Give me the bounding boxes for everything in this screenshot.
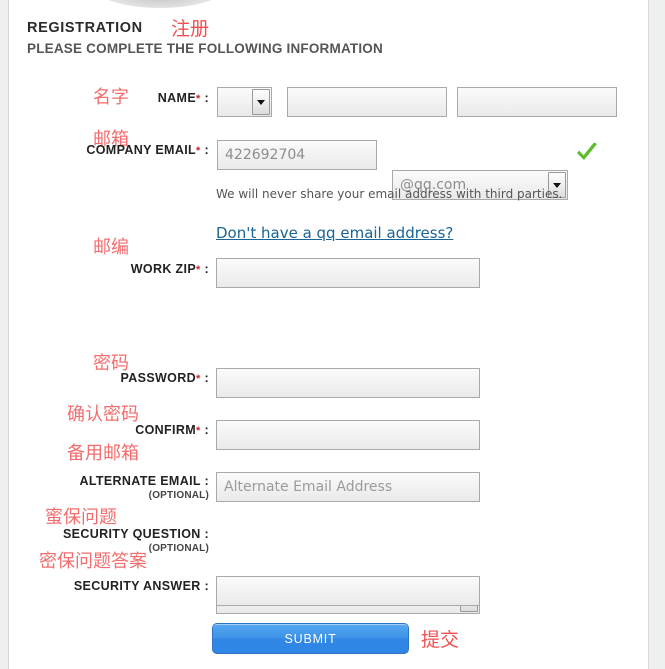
security-question-label-colon: : [204, 527, 209, 541]
alternate-email-annotation-cn: 备用邮箱 [67, 443, 139, 464]
security-answer-label-text: SECURITY ANSWER [73, 579, 201, 593]
confirm-password-input[interactable] [216, 420, 480, 450]
registration-panel: REGISTRATION 注册 PLEASE COMPLETE THE FOLL… [8, 0, 649, 669]
security-answer-label: SECURITY ANSWER : [39, 579, 209, 593]
page-subtitle: PLEASE COMPLETE THE FOLLOWING INFORMATIO… [27, 41, 383, 56]
alternate-email-label-text: ALTERNATE EMAIL [79, 474, 201, 488]
name-required-star: * [196, 93, 201, 105]
confirm-label-colon: : [204, 423, 209, 437]
confirm-annotation-cn: 确认密码 [67, 404, 139, 425]
alternate-email-label: ALTERNATE EMAIL : [47, 474, 209, 488]
page-background: REGISTRATION 注册 PLEASE COMPLETE THE FOLL… [0, 0, 665, 669]
alternate-email-input[interactable] [216, 472, 480, 502]
security-question-label: SECURITY QUESTION : [29, 527, 209, 541]
page-title-annotation-cn: 注册 [171, 19, 210, 40]
work-zip-annotation-cn: 邮编 [93, 237, 129, 258]
chevron-down-icon[interactable] [252, 89, 270, 115]
name-title-select[interactable] [217, 87, 272, 117]
work-zip-label-colon: : [204, 262, 209, 276]
confirm-label-text: CONFIRM [135, 423, 197, 437]
page-title-text: REGISTRATION [27, 20, 143, 36]
logo-arc-decoration [87, 0, 233, 8]
confirm-required-star: * [196, 425, 201, 437]
submit-button[interactable]: SUBMIT [212, 623, 409, 654]
confirm-label: CONFIRM* : [87, 423, 209, 437]
security-answer-input[interactable] [216, 576, 480, 606]
company-email-required-star: * [196, 145, 201, 157]
company-email-label-text: COMPANY EMAIL [86, 143, 197, 157]
last-name-input[interactable] [457, 87, 617, 117]
company-email-label: COMPANY EMAIL* : [47, 143, 209, 157]
company-email-label-colon: : [204, 143, 209, 157]
alternate-email-label-colon: : [204, 474, 209, 488]
security-question-label-text: SECURITY QUESTION [62, 527, 201, 541]
work-zip-required-star: * [196, 264, 201, 276]
password-label-text: PASSWORD [120, 371, 197, 385]
work-zip-label-text: WORK ZIP [130, 262, 197, 276]
password-input[interactable] [216, 368, 480, 398]
security-question-annotation-cn: 蜜保问题 [45, 507, 117, 528]
name-label-colon: : [204, 91, 209, 105]
security-answer-annotation-cn: 密保问题答案 [39, 551, 147, 572]
alternate-email-optional-note: (OPTIONAL) [148, 490, 209, 501]
company-email-input[interactable] [217, 140, 377, 170]
no-qq-email-link[interactable]: Don't have a qq email address? [216, 224, 453, 242]
submit-annotation-cn: 提交 [421, 629, 460, 651]
work-zip-input[interactable] [216, 258, 480, 288]
green-check-icon [577, 142, 597, 160]
password-required-star: * [196, 373, 201, 385]
first-name-input[interactable] [287, 87, 447, 117]
password-label: PASSWORD* : [87, 371, 209, 385]
name-label: NAME* : [87, 91, 209, 105]
password-label-colon: : [204, 371, 209, 385]
work-zip-label: WORK ZIP* : [87, 262, 209, 276]
name-label-text: NAME [157, 91, 197, 105]
security-answer-label-colon: : [204, 579, 209, 593]
email-privacy-hint: We will never share your email address w… [216, 187, 563, 201]
